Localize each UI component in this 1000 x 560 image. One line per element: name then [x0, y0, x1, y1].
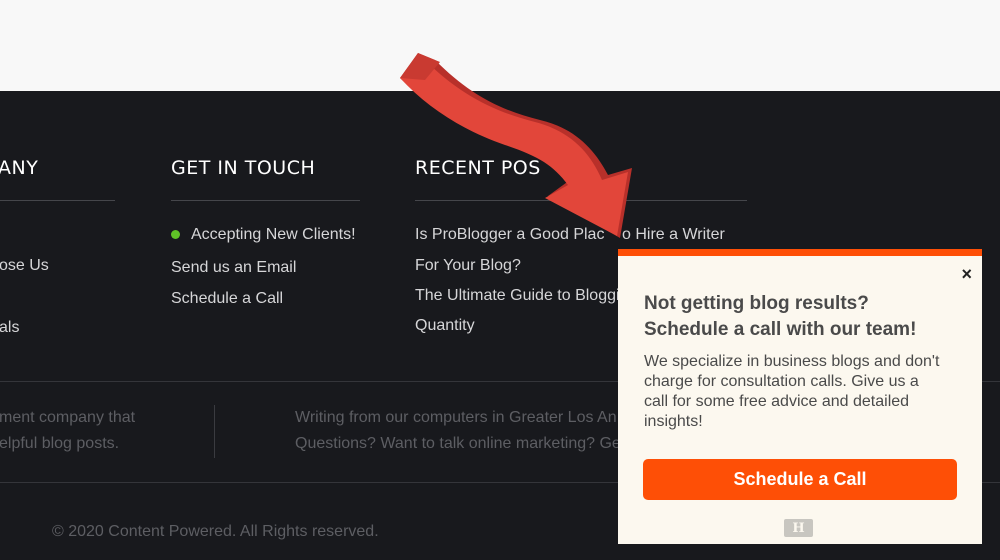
location-text: Writing from our computers in Greater Lo… — [295, 405, 621, 457]
popup-title-line: Not getting blog results? — [644, 293, 869, 314]
accepting-clients-status: Accepting New Clients! — [191, 226, 356, 243]
close-icon[interactable]: × — [961, 264, 972, 285]
brand-logo-icon: H — [784, 519, 813, 537]
recent-post-link-end[interactable]: o Hire a Writer — [622, 226, 725, 244]
company-heading: ANY — [0, 157, 39, 179]
schedule-call-link[interactable]: Schedule a Call — [171, 290, 283, 308]
recent-posts-heading: RECENT POS — [415, 157, 541, 179]
about-text: ment company that elpful blog posts. — [0, 405, 135, 457]
copyright: © 2020 Content Powered. All Rights reser… — [52, 523, 379, 540]
popup-body: We specialize in business blogs and don'… — [644, 353, 940, 430]
company-divider — [0, 200, 115, 201]
page-top-area — [0, 0, 1000, 91]
schedule-call-popup: × Not getting blog results? Schedule a c… — [618, 249, 982, 544]
location-line: Writing from our computers in Greater Lo… — [295, 409, 617, 426]
recent-post-link-cont[interactable]: For Your Blog? — [415, 257, 521, 275]
about-line: elpful blog posts. — [0, 435, 120, 452]
schedule-call-button[interactable]: Schedule a Call — [643, 459, 957, 500]
recent-post-link-cont[interactable]: Quantity — [415, 317, 475, 335]
recent-posts-divider — [415, 200, 747, 201]
popup-title-line: Schedule a call with our team! — [644, 319, 917, 340]
get-in-touch-heading: GET IN TOUCH — [171, 157, 316, 179]
status-dot-icon — [171, 230, 180, 239]
recent-post-link[interactable]: Is ProBlogger a Good Plac — [415, 226, 604, 244]
about-line: ment company that — [0, 409, 136, 426]
send-email-link[interactable]: Send us an Email — [171, 259, 296, 277]
popup-title: Not getting blog results? Schedule a cal… — [644, 291, 916, 343]
location-line: Questions? Want to talk online marketing… — [295, 435, 621, 452]
column-separator — [214, 405, 215, 458]
company-link[interactable]: als — [0, 319, 19, 337]
recent-post-link[interactable]: The Ultimate Guide to Bloggi — [415, 287, 620, 305]
get-in-touch-divider — [171, 200, 360, 201]
company-link[interactable]: ose Us — [0, 257, 49, 275]
